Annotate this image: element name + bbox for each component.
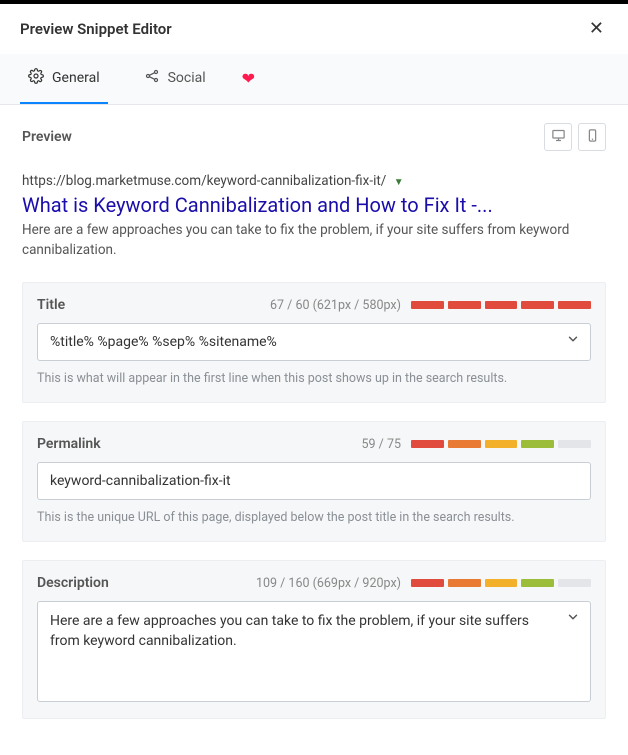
score-segment <box>411 579 444 587</box>
permalink-score-bar <box>411 440 591 448</box>
content-area: Preview https://blog.marketmuse.com/keyw… <box>0 105 628 755</box>
close-button[interactable]: ✕ <box>585 18 608 40</box>
chevron-down-icon <box>566 610 580 628</box>
permalink-label: Permalink <box>37 436 101 452</box>
score-segment <box>485 579 518 587</box>
serp-description: Here are a few approaches you can take t… <box>22 221 606 260</box>
score-segment <box>558 440 591 448</box>
title-panel: Title 67 / 60 (621px / 580px) This is wh… <box>22 282 606 403</box>
score-segment <box>448 579 481 587</box>
desktop-icon <box>551 128 566 147</box>
permalink-panel: Permalink 59 / 75 This is the unique URL… <box>22 421 606 542</box>
description-field-wrap <box>37 601 591 701</box>
mobile-preview-button[interactable] <box>578 123 606 151</box>
chevron-down-icon <box>566 332 580 350</box>
serp-title-link[interactable]: What is Keyword Cannibalization and How … <box>22 193 493 217</box>
description-counter: 109 / 160 (669px / 920px) <box>256 576 401 591</box>
description-panel: Description 109 / 160 (669px / 920px) <box>22 560 606 718</box>
mobile-icon <box>585 128 600 147</box>
share-icon <box>144 68 160 88</box>
modal-header: Preview Snippet Editor ✕ <box>0 4 628 54</box>
score-segment <box>411 440 444 448</box>
permalink-field-wrap <box>37 462 591 500</box>
gear-icon <box>28 68 44 88</box>
title-counter: 67 / 60 (621px / 580px) <box>270 298 401 313</box>
serp-url-text: https://blog.marketmuse.com/keyword-cann… <box>22 173 386 189</box>
description-textarea[interactable] <box>38 602 590 700</box>
modal-title: Preview Snippet Editor <box>20 20 172 38</box>
title-label: Title <box>37 297 65 313</box>
title-variables-toggle[interactable] <box>564 332 582 350</box>
tab-social[interactable]: Social <box>136 54 214 104</box>
permalink-input[interactable] <box>38 463 590 499</box>
tab-favorite[interactable]: ❤ <box>242 57 255 101</box>
score-segment <box>448 301 481 309</box>
tab-general-label: General <box>52 70 100 86</box>
desktop-preview-button[interactable] <box>544 123 572 151</box>
tab-bar: General Social ❤ <box>0 54 628 105</box>
heart-icon: ❤ <box>242 69 255 88</box>
score-segment <box>411 301 444 309</box>
score-segment <box>558 579 591 587</box>
title-input[interactable] <box>38 324 590 360</box>
score-segment <box>521 301 554 309</box>
score-segment <box>448 440 481 448</box>
tab-general[interactable]: General <box>20 54 108 104</box>
serp-preview: https://blog.marketmuse.com/keyword-cann… <box>22 173 606 260</box>
tab-social-label: Social <box>168 70 206 86</box>
score-segment <box>558 301 591 309</box>
title-hint: This is what will appear in the first li… <box>37 371 591 386</box>
title-field-wrap <box>37 323 591 361</box>
score-segment <box>521 579 554 587</box>
permalink-counter: 59 / 75 <box>362 437 401 452</box>
title-score-bar <box>411 301 591 309</box>
description-variables-toggle[interactable] <box>564 610 582 628</box>
device-buttons <box>544 123 606 151</box>
score-segment <box>485 301 518 309</box>
caret-down-icon[interactable]: ▼ <box>394 177 404 188</box>
serp-url: https://blog.marketmuse.com/keyword-cann… <box>22 173 606 189</box>
preview-heading: Preview <box>22 129 72 145</box>
score-segment <box>485 440 518 448</box>
preview-header-row: Preview <box>22 123 606 151</box>
permalink-hint: This is the unique URL of this page, dis… <box>37 510 591 525</box>
description-label: Description <box>37 575 109 591</box>
close-icon: ✕ <box>589 18 604 39</box>
score-segment <box>521 440 554 448</box>
description-score-bar <box>411 579 591 587</box>
